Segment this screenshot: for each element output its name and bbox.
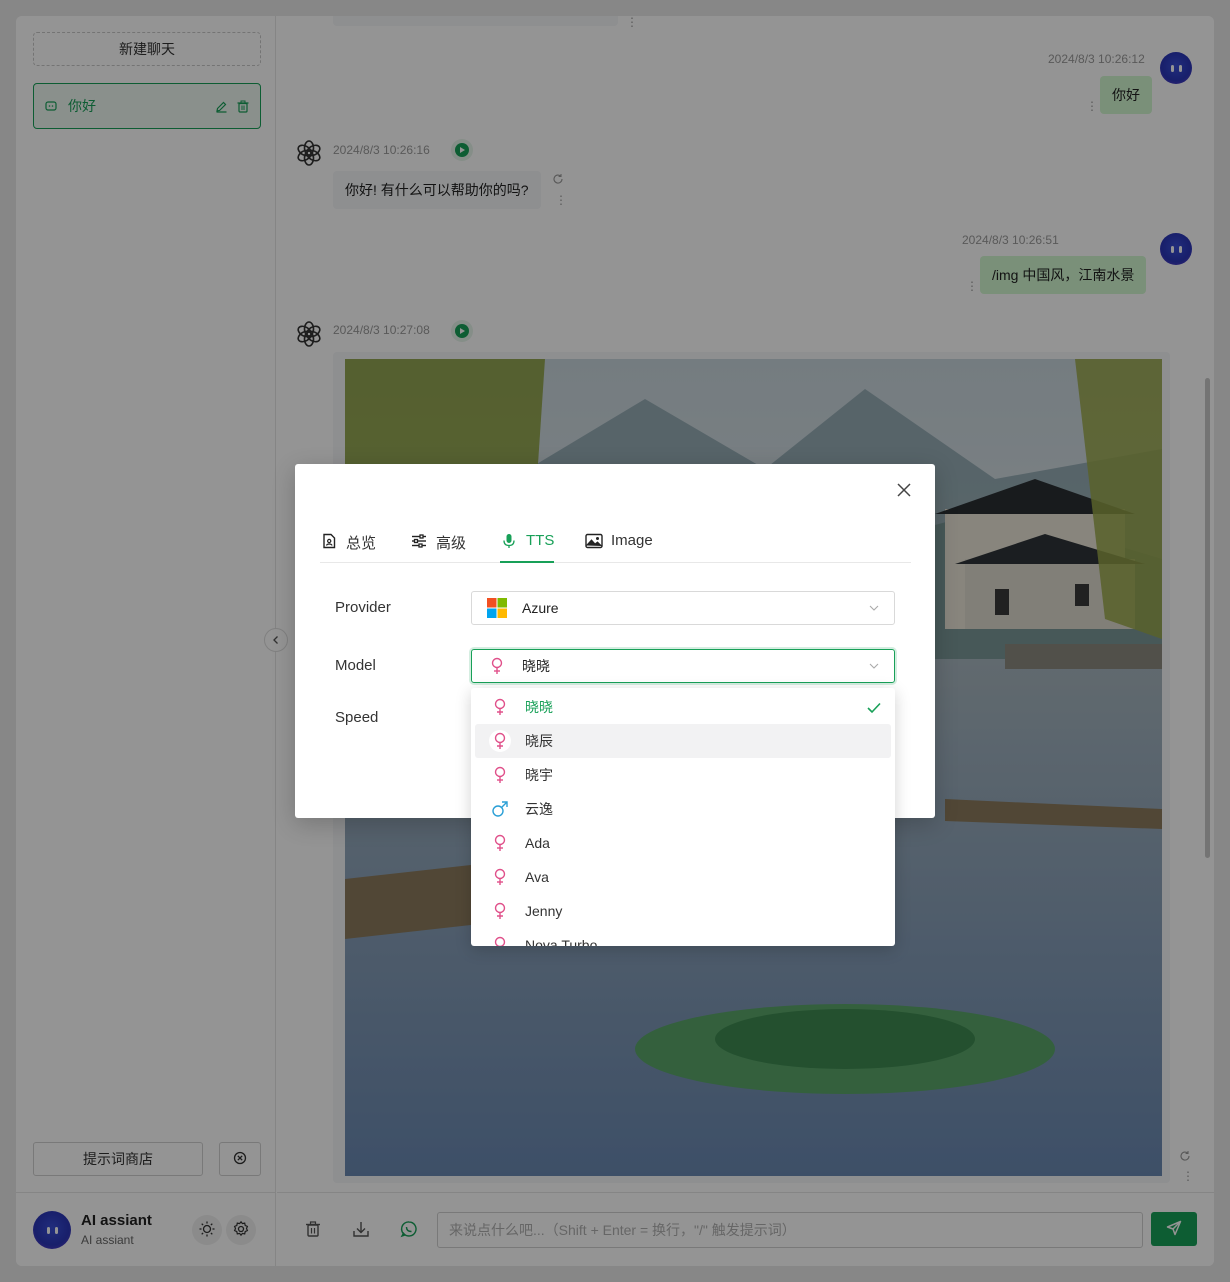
close-modal-button[interactable] xyxy=(895,482,913,500)
tab-label: Image xyxy=(611,532,653,549)
option-label: 晓宇 xyxy=(525,767,553,783)
microphone-icon xyxy=(500,532,518,550)
microsoft-icon xyxy=(486,597,508,619)
chevron-down-icon xyxy=(868,602,880,614)
speed-label: Speed xyxy=(335,709,379,726)
model-option[interactable]: 晓辰 xyxy=(475,724,891,758)
provider-select[interactable]: Azure xyxy=(471,591,895,625)
female-icon xyxy=(489,696,511,718)
document-icon xyxy=(320,532,338,550)
close-icon xyxy=(897,482,911,500)
model-label: Model xyxy=(335,657,376,674)
female-icon xyxy=(489,866,511,888)
tab-advanced[interactable]: 高级 xyxy=(410,524,466,563)
tab-image[interactable]: Image xyxy=(585,524,653,563)
model-option[interactable]: Nova Turbo xyxy=(475,928,891,946)
tab-tts[interactable]: TTS xyxy=(500,524,555,563)
option-label: Ava xyxy=(525,869,549,885)
tab-label: TTS xyxy=(526,532,555,549)
female-icon xyxy=(486,655,508,677)
tab-overview[interactable]: 总览 xyxy=(320,524,376,563)
option-label: Nova Turbo xyxy=(525,937,598,946)
option-label: 晓辰 xyxy=(525,733,553,749)
image-icon xyxy=(585,532,603,550)
female-icon xyxy=(489,832,511,854)
male-icon xyxy=(489,798,511,820)
model-dropdown: 晓晓 晓辰 晓宇 云逸 Ada Ava Jenny Nova Turbo xyxy=(471,688,895,946)
settings-tabs: 总览 高级 TTS Image xyxy=(320,524,911,563)
model-option[interactable]: 晓晓 xyxy=(475,690,891,724)
option-label: 云逸 xyxy=(525,801,553,817)
tab-label: 高级 xyxy=(436,535,467,552)
model-option[interactable]: Ada xyxy=(475,826,891,860)
female-icon xyxy=(489,730,511,752)
sliders-icon xyxy=(410,532,428,550)
model-select[interactable]: 晓晓 xyxy=(471,649,895,683)
female-icon xyxy=(489,764,511,786)
option-label: Jenny xyxy=(525,903,563,919)
model-option[interactable]: Jenny xyxy=(475,894,891,928)
female-icon xyxy=(489,900,511,922)
chevron-down-icon xyxy=(868,660,880,672)
model-option[interactable]: 晓宇 xyxy=(475,758,891,792)
female-icon xyxy=(489,934,511,946)
provider-value: Azure xyxy=(522,600,559,616)
model-value: 晓晓 xyxy=(522,658,550,674)
provider-label: Provider xyxy=(335,599,391,616)
option-label: Ada xyxy=(525,835,550,851)
tab-label: 总览 xyxy=(346,535,377,552)
option-label: 晓晓 xyxy=(525,699,553,715)
check-icon xyxy=(867,701,881,714)
model-option[interactable]: 云逸 xyxy=(475,792,891,826)
model-option[interactable]: Ava xyxy=(475,860,891,894)
